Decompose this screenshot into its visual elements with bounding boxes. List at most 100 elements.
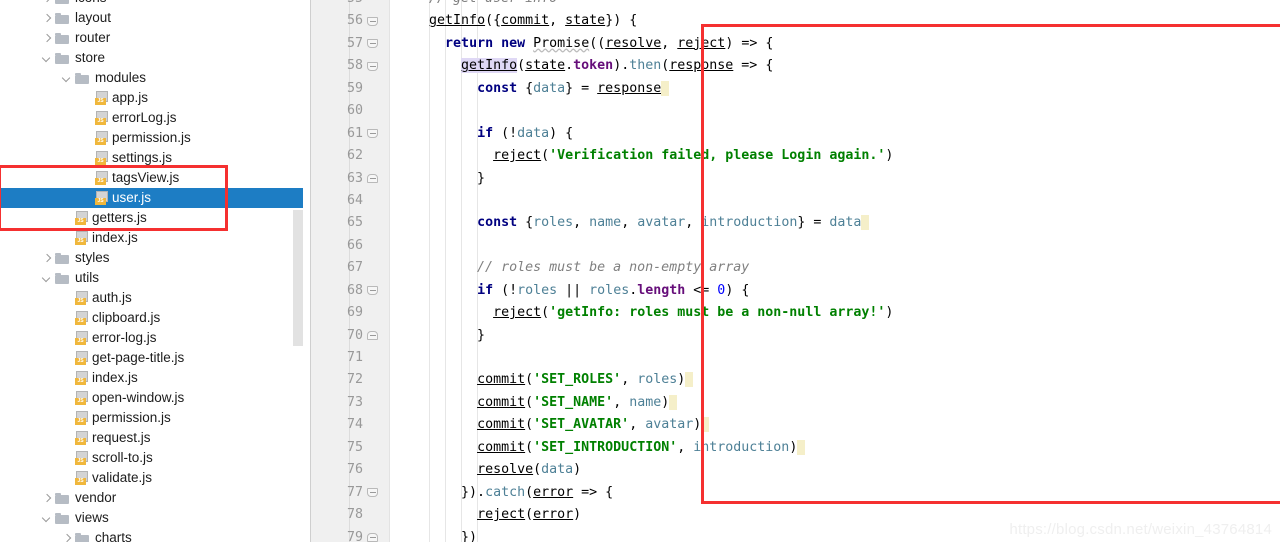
code-line[interactable]: 67 // roles must be a non-empty array: [311, 257, 1280, 280]
chevron-down-icon[interactable]: [40, 52, 53, 65]
code-editor-panel[interactable]: 55 // get user info56 getInfo({commit, s…: [311, 0, 1280, 542]
chevron-down-icon[interactable]: [60, 72, 73, 85]
code-line[interactable]: 56 getInfo({commit, state}) {: [311, 10, 1280, 33]
chevron-down-icon[interactable]: [40, 512, 53, 525]
file-tree-list[interactable]: icons layout router store modules app.js error…: [0, 0, 303, 542]
code-text[interactable]: commit('SET_INTRODUCTION', introduction): [397, 437, 806, 459]
tree-item-scroll-to-js[interactable]: scroll-to.js: [0, 448, 303, 468]
chevron-right-icon[interactable]: [40, 32, 53, 45]
tree-item-permission-js[interactable]: permission.js: [0, 408, 303, 428]
code-text[interactable]: // roles must be a non-empty array: [397, 257, 749, 279]
code-line[interactable]: 64: [311, 189, 1280, 213]
tree-item-modules[interactable]: modules: [0, 68, 303, 88]
code-text[interactable]: }: [397, 168, 485, 190]
code-token: (: [525, 417, 534, 433]
code-text[interactable]: // get user info: [397, 0, 557, 10]
chevron-right-icon[interactable]: [40, 0, 53, 5]
tree-item-vendor[interactable]: vendor: [0, 488, 303, 508]
tree-item-get-page-title-js[interactable]: get-page-title.js: [0, 348, 303, 368]
code-line[interactable]: 71: [311, 347, 1280, 370]
code-line[interactable]: 75 commit('SET_INTRODUCTION', introducti…: [311, 436, 1280, 460]
tree-item-utils[interactable]: utils: [0, 268, 303, 288]
chevron-right-icon[interactable]: [40, 252, 53, 265]
fold-collapse-icon[interactable]: [367, 38, 379, 50]
code-text[interactable]: return new Promise((resolve, reject) => …: [397, 33, 773, 55]
code-text[interactable]: }).catch(error => {: [397, 482, 613, 504]
fold-end-icon[interactable]: [367, 330, 379, 342]
code-line[interactable]: 66: [311, 234, 1280, 258]
code-line[interactable]: 70 }: [311, 324, 1280, 347]
sidebar-scrollbar[interactable]: [293, 210, 303, 346]
tree-item-permission-js[interactable]: permission.js: [0, 128, 303, 148]
chevron-right-icon[interactable]: [40, 492, 53, 505]
tree-item-auth-js[interactable]: auth.js: [0, 288, 303, 308]
tree-item-app-js[interactable]: app.js: [0, 88, 303, 108]
fold-end-icon[interactable]: [367, 173, 379, 185]
code-text[interactable]: reject('Verification failed, please Logi…: [397, 145, 893, 167]
tree-item-index-js[interactable]: index.js: [0, 368, 303, 388]
tree-item-getters-js[interactable]: getters.js: [0, 208, 303, 228]
code-text[interactable]: commit('SET_AVATAR', avatar): [397, 414, 710, 436]
code-text[interactable]: getInfo(state.token).then(response => {: [397, 55, 773, 77]
code-line[interactable]: 77 }).catch(error => {: [311, 481, 1280, 505]
tree-item-tagsView-js[interactable]: tagsView.js: [0, 168, 303, 188]
code-content[interactable]: 55 // get user info56 getInfo({commit, s…: [311, 0, 1280, 542]
code-line[interactable]: 57 return new Promise((resolve, reject) …: [311, 32, 1280, 56]
tree-item-user-js[interactable]: user.js: [0, 188, 303, 208]
tree-item-router[interactable]: router: [0, 28, 303, 48]
tree-item-open-window-js[interactable]: open-window.js: [0, 388, 303, 408]
code-line[interactable]: 69 reject('getInfo: roles must be a non-…: [311, 302, 1280, 325]
code-line[interactable]: 73 commit('SET_NAME', name): [311, 391, 1280, 415]
tree-item-charts[interactable]: charts: [0, 528, 303, 542]
code-line[interactable]: 76 resolve(data): [311, 459, 1280, 482]
tree-item-store[interactable]: store: [0, 48, 303, 68]
code-line[interactable]: 59 const {data} = response: [311, 77, 1280, 101]
code-text[interactable]: commit('SET_NAME', name): [397, 392, 678, 414]
chevron-down-icon[interactable]: [40, 272, 53, 285]
code-line[interactable]: 62 reject('Verification failed, please L…: [311, 145, 1280, 168]
code-line[interactable]: 68 if (!roles || roles.length <= 0) {: [311, 279, 1280, 303]
code-line[interactable]: 63 }: [311, 167, 1280, 190]
tree-item-validate-js[interactable]: validate.js: [0, 468, 303, 488]
code-line[interactable]: 65 const {roles, name, avatar, introduct…: [311, 212, 1280, 235]
tree-item-clipboard-js[interactable]: clipboard.js: [0, 308, 303, 328]
code-line[interactable]: 74 commit('SET_AVATAR', avatar): [311, 414, 1280, 437]
code-token: roles: [533, 215, 574, 231]
code-text[interactable]: if (!data) {: [397, 123, 573, 145]
code-line[interactable]: 55 // get user info: [311, 0, 1280, 11]
fold-collapse-icon[interactable]: [367, 128, 379, 140]
code-text[interactable]: const {data} = response: [397, 78, 670, 100]
fold-collapse-icon[interactable]: [367, 15, 379, 27]
code-text[interactable]: }: [397, 325, 485, 347]
code-token: error: [533, 484, 574, 500]
fold-collapse-icon[interactable]: [367, 285, 379, 297]
chevron-right-icon[interactable]: [40, 12, 53, 25]
fold-collapse-icon[interactable]: [367, 60, 379, 72]
code-text[interactable]: resolve(data): [397, 459, 581, 481]
tree-item-styles[interactable]: styles: [0, 248, 303, 268]
code-line[interactable]: 58 getInfo(state.token).then(response =>…: [311, 55, 1280, 78]
code-text[interactable]: commit('SET_ROLES', roles): [397, 369, 694, 391]
code-line[interactable]: 60: [311, 100, 1280, 123]
code-text[interactable]: const {roles, name, avatar, introduction…: [397, 212, 870, 234]
code-text[interactable]: reject(error): [397, 504, 581, 526]
tree-item-request-js[interactable]: request.js: [0, 428, 303, 448]
code-text[interactable]: getInfo({commit, state}) {: [397, 10, 637, 32]
code-text[interactable]: }): [397, 527, 477, 542]
tree-item-error-log-js[interactable]: error-log.js: [0, 328, 303, 348]
code-text[interactable]: reject('getInfo: roles must be a non-nul…: [397, 302, 893, 324]
tree-item-icons[interactable]: icons: [0, 0, 303, 8]
code-line[interactable]: 72 commit('SET_ROLES', roles): [311, 369, 1280, 392]
chevron-right-icon[interactable]: [60, 532, 73, 542]
fold-collapse-icon[interactable]: [367, 487, 379, 499]
tree-item-index-js[interactable]: index.js: [0, 228, 303, 248]
tree-item-settings-js[interactable]: settings.js: [0, 148, 303, 168]
tree-item-errorLog-js[interactable]: errorLog.js: [0, 108, 303, 128]
code-line[interactable]: 61 if (!data) {: [311, 122, 1280, 146]
fold-end-icon[interactable]: [367, 532, 379, 542]
tree-item-layout[interactable]: layout: [0, 8, 303, 28]
tree-item-label: request.js: [92, 430, 151, 445]
tree-item-views[interactable]: views: [0, 508, 303, 528]
project-tree-panel[interactable]: icons layout router store modules app.js error…: [0, 0, 311, 542]
code-text[interactable]: if (!roles || roles.length <= 0) {: [397, 280, 749, 302]
